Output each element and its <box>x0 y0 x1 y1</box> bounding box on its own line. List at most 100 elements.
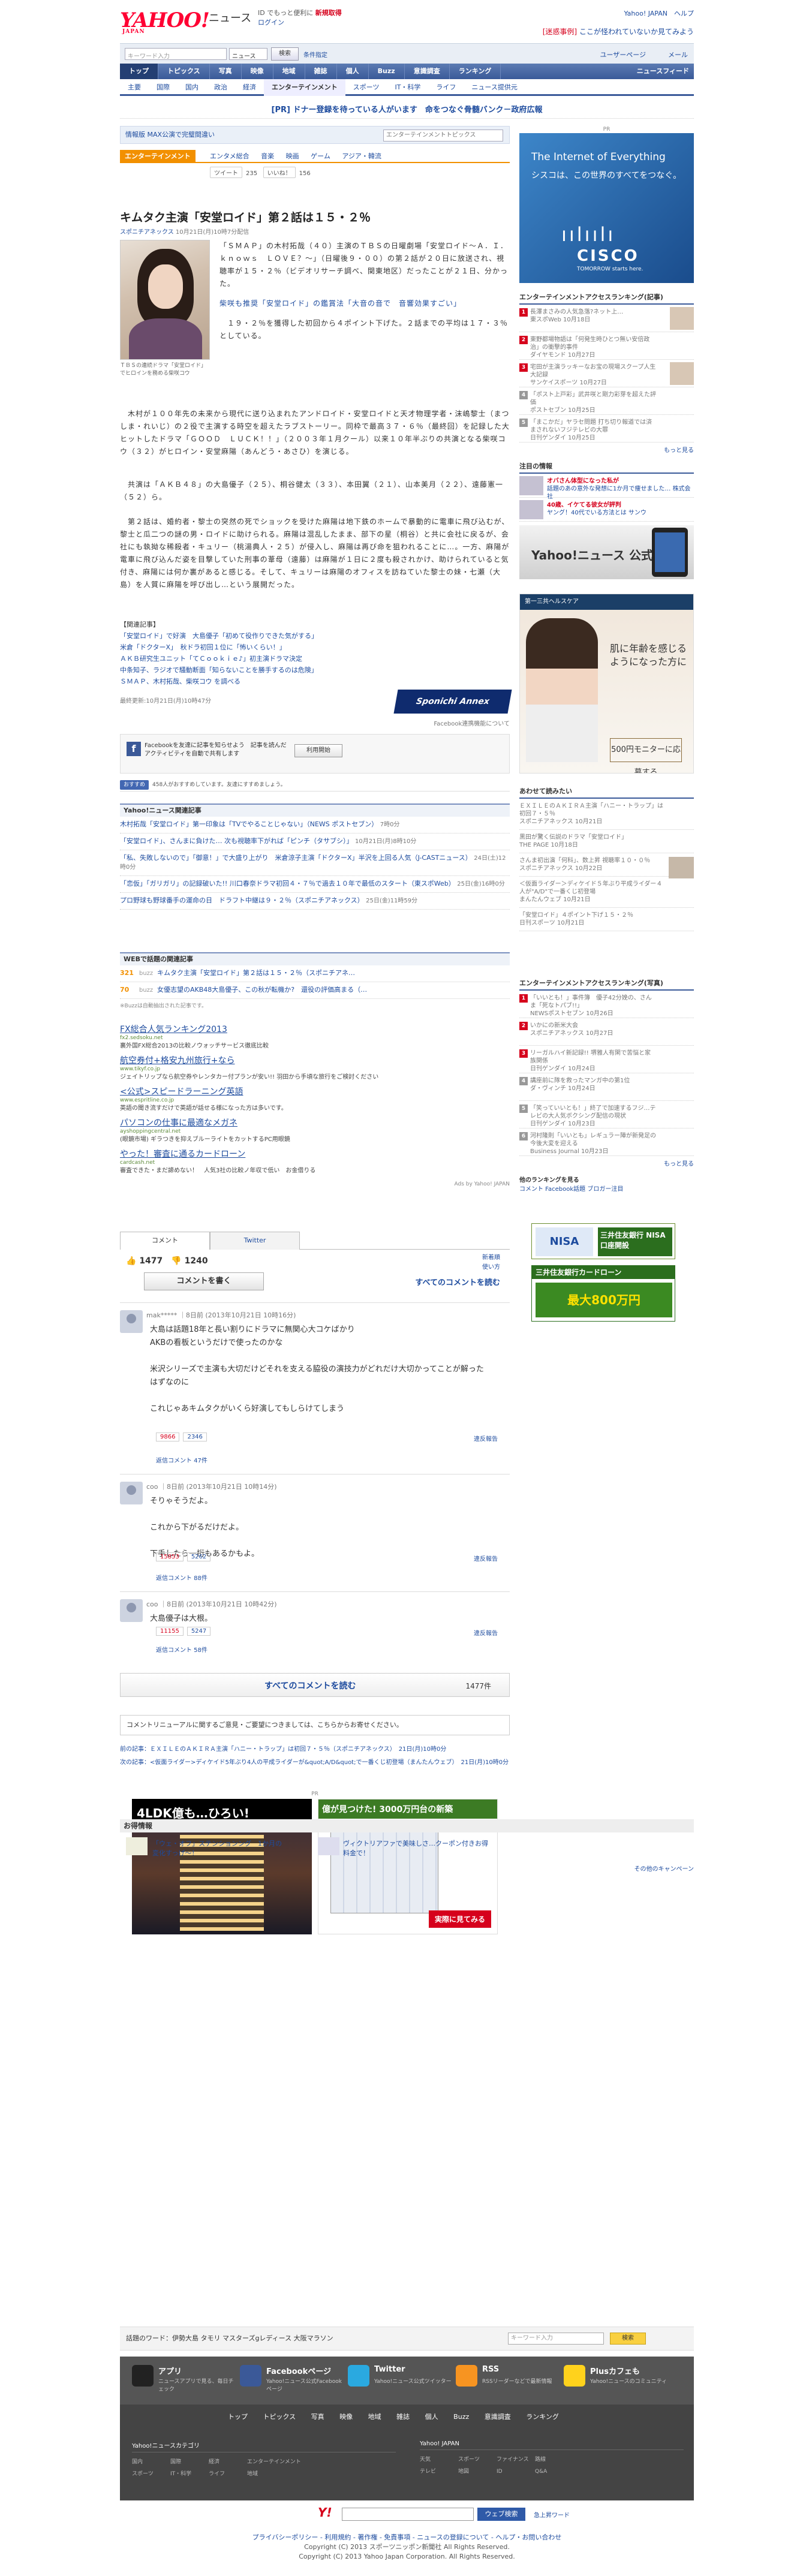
replies-link[interactable]: 返信コメント 58件 <box>156 1645 207 1654</box>
text-ad[interactable]: パソコンの仕事に最適なメガネ ayshoppingcentral.net (眼鏡市場… <box>120 1119 510 1144</box>
text-ad[interactable]: 航空券付+格安九州旅行+なら www.tikyf.co.jp ジェイトリップなら航空… <box>120 1057 510 1082</box>
subnav-entertainment[interactable]: エンターテインメント <box>264 79 345 96</box>
ranking-item[interactable]: 3 宅田が主演ラッキーなお宝の現場スクープ人生大記録 サンケイスポーツ 10月27日 <box>519 360 694 387</box>
footer-pluscafe-link[interactable]: Plusカフェも Yahoo!ニュースのコミュニティ <box>564 2365 672 2395</box>
user-page-link[interactable]: ユーザーページ <box>600 50 646 59</box>
footer-nav-link[interactable]: 写真 <box>311 2413 324 2421</box>
footer-search-button[interactable]: 検索 <box>610 2333 646 2345</box>
comment-author[interactable]: coo ｜8日前 (2013年10月21日 10時14分) <box>146 1482 277 1491</box>
vote-up-button[interactable]: 9866 <box>156 1433 180 1442</box>
footer-facebook-link[interactable]: Facebookページ Yahoo!ニュース公式Facebookページ <box>240 2365 348 2395</box>
report-link[interactable]: 違反報告 <box>474 1554 498 1563</box>
gnav-top[interactable]: トップ <box>120 64 158 79</box>
gnav-photo[interactable]: 写真 <box>210 64 242 79</box>
report-link[interactable]: 違反報告 <box>474 1434 498 1443</box>
bottom-search-input[interactable] <box>342 2508 474 2521</box>
article-photo[interactable] <box>120 240 210 360</box>
ranking-more-link[interactable]: もっと見る <box>519 1156 694 1170</box>
trending-link[interactable]: 急上昇ワード <box>534 2510 570 2519</box>
ads-note[interactable]: Ads by Yahoo! JAPAN <box>120 1181 510 1187</box>
tab-games[interactable]: ゲーム <box>311 152 330 160</box>
read-together-item[interactable]: ＥＸＩＬＥのＡＫＩＲＡ主演「ハニー・トラップ」は初回７・５％ スポニチアネックス … <box>519 799 694 830</box>
prev-article-link[interactable]: 前の記事：ＥＸＩＬＥのＡＫＩＲＡ主演「ハニー・トラップ」は初回７・５％（スポニチ… <box>120 1745 510 1755</box>
all-comments-link[interactable]: すべてのコメントを読む <box>415 1276 500 1287</box>
related-news-item[interactable]: 「私、失敗しないので」「御意！」で大盛り上がり 米倉涼子主演「ドクターX」半沢を… <box>120 850 510 876</box>
yahoo-mini-logo[interactable]: Y! <box>318 2505 332 2520</box>
fb-feature-link[interactable]: Facebook連携機能について <box>434 718 510 727</box>
subnav-it[interactable]: IT・科学 <box>387 79 428 96</box>
pr-banner-line[interactable]: [PR] ドナー登録を待っている人がいます 命をつなぐ骨髄バンク－政府広報 <box>120 102 694 119</box>
sort-newest[interactable]: 新着順 <box>482 1254 500 1261</box>
vote-up-button[interactable]: 15853 <box>156 1552 184 1561</box>
vote-up-button[interactable]: 11155 <box>156 1627 184 1636</box>
footer-service-link[interactable]: 地図 <box>458 2466 497 2478</box>
inline-related-link[interactable]: 柴咲も推奨「安堂ロイド」の鑑賞法「大音の音で 音響効果すごい」 <box>219 297 510 310</box>
footer-cat-link[interactable]: エンターテインメント <box>247 2456 319 2468</box>
footer-service-link[interactable]: Q&A <box>535 2466 573 2478</box>
subnav-main[interactable]: 主要 <box>120 79 149 96</box>
related-news-item[interactable]: 「安堂ロイド」、さんまに負けた… 次も視聴率下がれば「ピンチ（タサブシ）」 10… <box>120 833 510 850</box>
ranking-item[interactable]: 4 講座前に隊を救ったマンガ中の第1位 ダ・ヴィンチ 10月24日 <box>519 1073 694 1101</box>
news-feed-link[interactable]: ニュースフィード <box>637 64 689 79</box>
footer-cat-link[interactable]: 地域 <box>247 2468 285 2480</box>
related-link-3[interactable]: ＡＫＢ研究生ユニット「てＣｏｏｋｉｅ♪」初主演ドラマ決定 <box>120 653 510 664</box>
footer-app-link[interactable]: アプリ ニュースアプリで見る、毎日チェック <box>132 2365 240 2395</box>
footer-nav-link[interactable]: 地域 <box>368 2413 381 2421</box>
comment-renewal-notice[interactable]: コメントリニューアルに関するご意見・ご要望につきましては、こちらからお寄せくださ… <box>120 1715 510 1735</box>
text-ad[interactable]: <公式>スピードラーニング英語 www.espritline.co.jp 英語の聞き… <box>120 1088 510 1113</box>
tab-ent-general[interactable]: エンタメ総合 <box>210 152 249 160</box>
footer-nav-link[interactable]: トピックス <box>263 2413 296 2421</box>
footer-cat-link[interactable]: 国内 <box>132 2456 170 2468</box>
gnav-region[interactable]: 地域 <box>273 64 305 79</box>
ranking-item[interactable]: 1 「いいとも！」事件簿 優子42分娩の、さんま「死なトパブ!!」 NEWSポストセ… <box>519 991 694 1018</box>
subnav-politics[interactable]: 政治 <box>206 79 235 96</box>
subnav-sports[interactable]: スポーツ <box>345 79 387 96</box>
tab-asia[interactable]: アジア・韓流 <box>342 152 381 160</box>
service-name[interactable]: ニュース <box>209 10 251 25</box>
web-search-button[interactable]: ウェブ検索 <box>477 2508 525 2521</box>
footer-service-link[interactable]: スポーツ <box>458 2454 497 2466</box>
related-link-5[interactable]: ＳＭＡＰ、木村拓哉、柴咲コウ を調べる <box>120 676 510 687</box>
deal-image[interactable] <box>126 1837 148 1855</box>
footer-nav-link[interactable]: 意識調査 <box>485 2413 511 2421</box>
mail-link[interactable]: メール <box>668 50 688 59</box>
related-link-1[interactable]: 「安堂ロイド」で好演 大島優子「初めて役作りできた気がする」 <box>120 630 510 642</box>
ranking-item[interactable]: 2 いかにの新米大会 スポニチアネックス 10月27日 <box>519 1018 694 1046</box>
source-link[interactable]: スポニチアネックス <box>120 229 174 236</box>
footer-rss-link[interactable]: RSS RSSリーダーなどで最新情報 <box>456 2365 564 2395</box>
vote-down-button[interactable]: 2346 <box>183 1433 207 1442</box>
related-link-4[interactable]: 中条知子、ラジオで騒動断面「知らないことを勝手するのは危険」 <box>120 664 510 676</box>
comment-author[interactable]: coo ｜8日前 (2013年10月21日 10時42分) <box>146 1599 277 1609</box>
buzz-item[interactable]: 321 buzz キムタク主演「安堂ロイド」第２話は１５・２％（スポニチアネ… <box>120 965 510 982</box>
vote-down-button[interactable]: 5247 <box>187 1627 211 1636</box>
replies-link[interactable]: 返信コメント 47件 <box>156 1455 207 1464</box>
ranking-item[interactable]: 2 東野都場物語は「何発生時ひとつ無い安倍政治」の衝撃的事件 ダイヤモンド 10月2… <box>519 332 694 360</box>
footer-nav-link[interactable]: Buzz <box>453 2413 469 2421</box>
footer-cat-link[interactable]: ライフ <box>209 2468 247 2480</box>
header-top-links[interactable]: Yahoo! JAPAN ヘルプ <box>624 8 694 18</box>
search-input[interactable]: キーワード入力 <box>125 48 227 60</box>
new-id-link[interactable]: 新規取得 <box>315 9 342 17</box>
subnav-economy[interactable]: 経済 <box>235 79 264 96</box>
next-article-link[interactable]: 次の記事：<仮面ライダー>ディケイド5年ぶり4人の平成ライダーが&quot;A/… <box>120 1758 510 1768</box>
legal-links[interactable]: プライバシーポリシー - 利用規約 - 著作権 - 免責事項 - ニュースの登録… <box>120 2533 694 2542</box>
tab-twitter[interactable]: Twitter <box>210 1232 300 1250</box>
tab-music[interactable]: 音楽 <box>261 152 274 160</box>
featured-item[interactable]: オバさん体型になった私が 話題のあの意外な発想に1か月で痩せました… 株式会社 <box>519 474 694 500</box>
search-scope-select[interactable]: ニュース <box>229 48 267 60</box>
gnav-topics[interactable]: トピックス <box>158 64 210 79</box>
topics-select[interactable]: エンターテインメントトピックス <box>383 130 503 142</box>
footer-nav-link[interactable]: ランキング <box>526 2413 559 2421</box>
search-button[interactable]: 検索 <box>271 47 299 61</box>
buzz-item[interactable]: 70 buzz 女優志望のAKB48大島優子、この秋が転機か? 還役の評価高まる（… <box>120 982 510 999</box>
related-news-item[interactable]: プロ野球も野球番手の運命の日 ドラフト中継は９・２％（スポニチアネックス） 25… <box>120 893 510 910</box>
gnav-survey[interactable]: 意識調査 <box>405 64 450 79</box>
notice-link[interactable]: ここが怪われていないか見てみよう <box>579 28 694 36</box>
write-comment-button[interactable]: コメントを書く <box>144 1272 264 1290</box>
gnav-ranking[interactable]: ランキング <box>450 64 501 79</box>
related-news-item[interactable]: 木村拓哉「安堂ロイド」第一印象は「TVでやることじゃない」（NEWS ポストセブ… <box>120 817 510 833</box>
related-news-item[interactable]: 「恋仮」「ガリガリ」の記録破いた!! 川口春奈ドラマ初回４・７％で過去１０年で最… <box>120 876 510 893</box>
featured-item[interactable]: 40歳、イケてる彼女が評判 ヤング！40代でいる方法とは サンウ <box>519 498 694 522</box>
report-link[interactable]: 違反報告 <box>474 1628 498 1637</box>
ranking-item[interactable]: 5 「まこかだ」ヤラセ問題 打ち切り報道では済まされないフジテレビの大罪 日刊ゲンダ… <box>519 415 694 443</box>
